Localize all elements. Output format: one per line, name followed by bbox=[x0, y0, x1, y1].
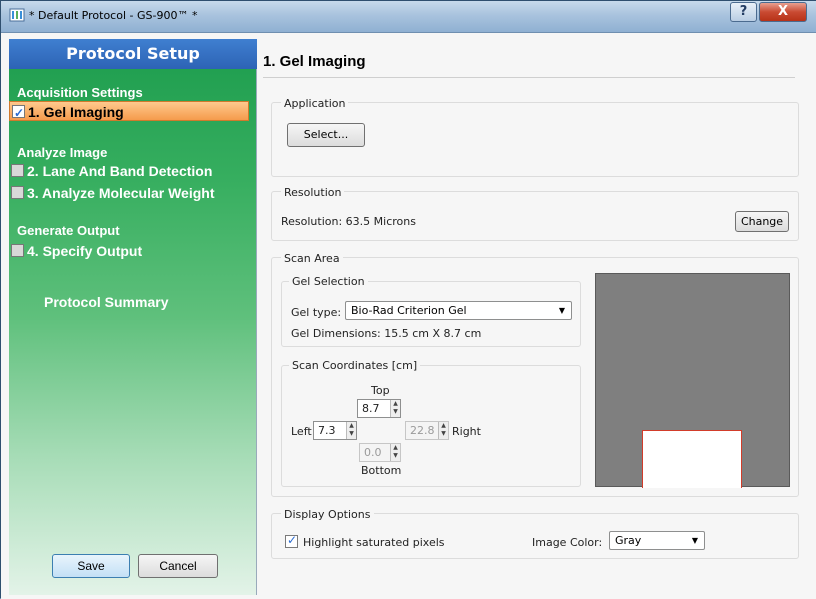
bottom-coordinate-spinner: 0.0 ▲ ▼ bbox=[359, 443, 401, 462]
scan-area-preview[interactable] bbox=[595, 273, 790, 488]
sidebar-item-lane-band-detection[interactable]: 2. Lane And Band Detection bbox=[9, 161, 249, 181]
title-bar[interactable]: * Default Protocol - GS-900™ * ? X bbox=[1, 1, 816, 33]
gel-type-dropdown[interactable]: Bio-Rad Criterion Gel ▼ bbox=[345, 301, 572, 320]
bottom-label: Bottom bbox=[361, 464, 402, 477]
sidebar-item-label: 1. Gel Imaging bbox=[28, 104, 124, 120]
checkbox-analyze-molecular-weight[interactable] bbox=[11, 186, 24, 199]
highlight-saturated-checkbox[interactable] bbox=[285, 533, 298, 548]
highlight-saturated-label: Highlight saturated pixels bbox=[303, 536, 445, 549]
page-title: 1. Gel Imaging bbox=[263, 53, 366, 70]
help-button[interactable]: ? bbox=[730, 2, 757, 22]
checkbox-specify-output[interactable] bbox=[11, 244, 24, 257]
sidebar-item-label: 4. Specify Output bbox=[27, 243, 143, 259]
sidebar-item-gel-imaging[interactable]: 1. Gel Imaging bbox=[9, 101, 249, 123]
sidebar-header: Protocol Setup bbox=[9, 39, 257, 69]
right-label: Right bbox=[452, 425, 481, 438]
spinner-arrows-icon[interactable]: ▲ ▼ bbox=[390, 400, 400, 417]
resolution-group-label: Resolution bbox=[281, 186, 345, 199]
close-button[interactable]: X bbox=[759, 2, 807, 22]
sidebar-item-label: 2. Lane And Band Detection bbox=[27, 163, 213, 179]
gel-type-value: Bio-Rad Criterion Gel bbox=[351, 304, 467, 317]
image-color-dropdown[interactable]: Gray ▼ bbox=[609, 531, 705, 550]
main-panel: 1. Gel Imaging Application Select... Res… bbox=[257, 39, 809, 595]
application-group-label: Application bbox=[281, 97, 349, 110]
cancel-button[interactable]: Cancel bbox=[138, 554, 218, 578]
left-value: 7.3 bbox=[318, 424, 336, 437]
gel-selection-label: Gel Selection bbox=[289, 275, 368, 288]
top-value: 8.7 bbox=[362, 402, 380, 415]
bottom-value: 0.0 bbox=[364, 446, 382, 459]
top-coordinate-spinner[interactable]: 8.7 ▲ ▼ bbox=[357, 399, 401, 418]
image-color-value: Gray bbox=[615, 534, 642, 547]
right-value: 22.8 bbox=[410, 424, 435, 437]
scan-coordinates-label: Scan Coordinates [cm] bbox=[289, 359, 421, 372]
gel-type-label: Gel type: bbox=[291, 306, 342, 319]
checkbox-lane-band-detection[interactable] bbox=[11, 164, 24, 177]
gel-dimensions-text: Gel Dimensions: 15.5 cm X 8.7 cm bbox=[291, 327, 482, 340]
top-label: Top bbox=[371, 384, 390, 397]
chevron-down-icon: ▼ bbox=[558, 306, 565, 315]
sidebar-item-analyze-molecular-weight[interactable]: 3. Analyze Molecular Weight bbox=[9, 183, 249, 203]
spinner-arrows-icon: ▲ ▼ bbox=[438, 422, 448, 439]
app-window: * Default Protocol - GS-900™ * ? X Proto… bbox=[0, 0, 816, 599]
image-color-label: Image Color: bbox=[532, 536, 603, 549]
change-resolution-button[interactable]: Change bbox=[735, 211, 789, 232]
section-acquisition-settings: Acquisition Settings bbox=[17, 85, 143, 100]
window-title: * Default Protocol - GS-900™ * bbox=[29, 9, 198, 22]
app-icon bbox=[9, 8, 25, 22]
left-coordinate-spinner[interactable]: 7.3 ▲ ▼ bbox=[313, 421, 357, 440]
save-button[interactable]: Save bbox=[52, 554, 130, 578]
checkbox-gel-imaging[interactable] bbox=[12, 103, 25, 123]
section-generate-output: Generate Output bbox=[17, 223, 120, 238]
display-options-label: Display Options bbox=[281, 508, 374, 521]
left-label: Left bbox=[291, 425, 312, 438]
spinner-arrows-icon[interactable]: ▲ ▼ bbox=[346, 422, 356, 439]
select-application-button[interactable]: Select... bbox=[287, 123, 365, 147]
sidebar-item-label: 3. Analyze Molecular Weight bbox=[27, 185, 215, 201]
chevron-down-icon: ▼ bbox=[691, 536, 698, 545]
resolution-text: Resolution: 63.5 Microns bbox=[281, 215, 416, 228]
protocol-sidebar: Protocol Setup Acquisition Settings 1. G… bbox=[9, 39, 257, 595]
spinner-arrows-icon: ▲ ▼ bbox=[390, 444, 400, 461]
title-divider bbox=[263, 77, 795, 78]
right-coordinate-spinner: 22.8 ▲ ▼ bbox=[405, 421, 449, 440]
scan-region-rectangle[interactable] bbox=[642, 430, 742, 488]
scan-area-group-label: Scan Area bbox=[281, 252, 343, 265]
protocol-summary-link[interactable]: Protocol Summary bbox=[44, 294, 168, 310]
section-analyze-image: Analyze Image bbox=[17, 145, 108, 160]
sidebar-item-specify-output[interactable]: 4. Specify Output bbox=[9, 241, 249, 261]
